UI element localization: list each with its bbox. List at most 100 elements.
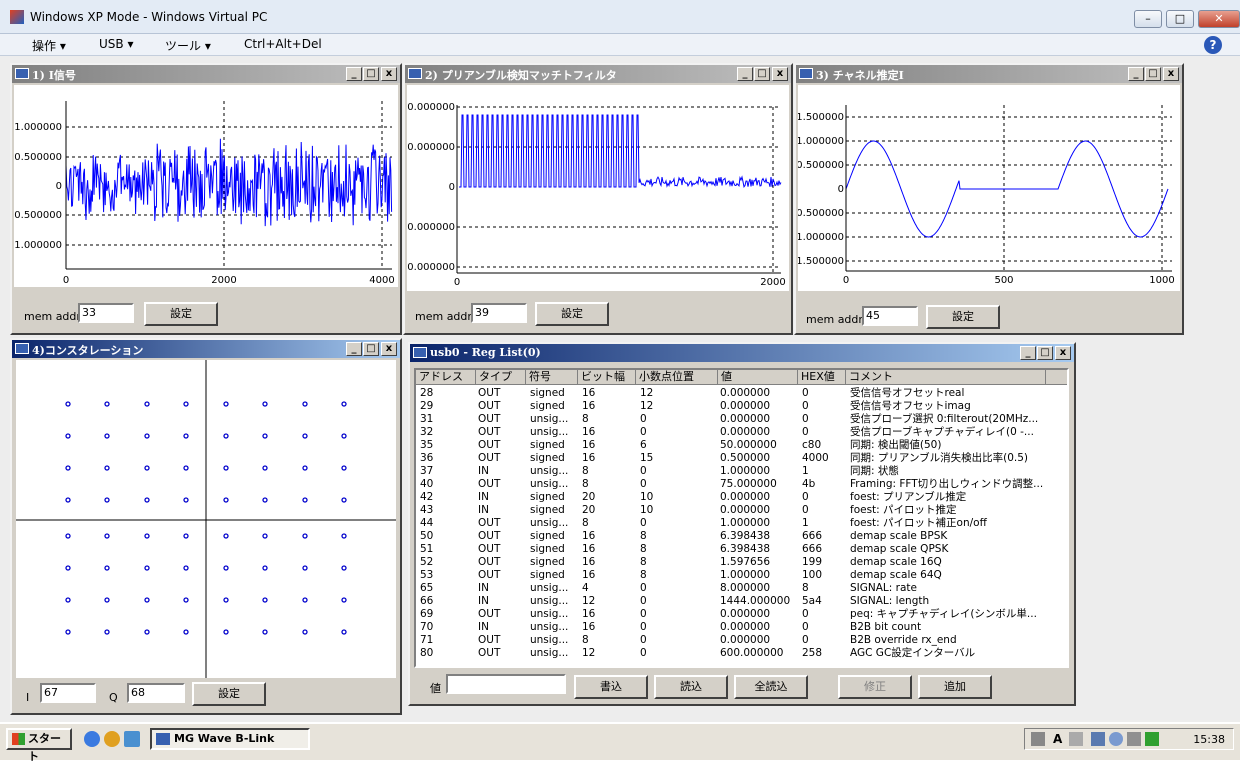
search-icon[interactable] [1109, 732, 1123, 746]
menu-tools[interactable]: ツール ▾ [165, 37, 211, 54]
i-input[interactable]: 67 [40, 683, 96, 703]
table-row[interactable]: 32 OUT unsig... 16 0 0.000000 0 受信プローブキャプチャディレイ… [416, 426, 1067, 439]
table-cell: 0 [640, 517, 647, 529]
table-row[interactable]: 53 OUT signed 16 8 1.000000 100 demap scale 64Q [416, 569, 1067, 582]
set-button[interactable]: 設定 [192, 682, 266, 706]
table-row[interactable]: 37 IN unsig... 8 0 1.000000 1 同期: 状態 [416, 465, 1067, 478]
close-icon[interactable]: x [1163, 67, 1179, 81]
keyboard-icon[interactable] [1031, 732, 1045, 746]
edit-button[interactable]: 修正 [838, 675, 912, 699]
table-cell: OUT [478, 634, 501, 646]
taskbar-item-mgwave[interactable]: MG Wave B-Link [150, 728, 310, 750]
write-button[interactable]: 書込 [574, 675, 648, 699]
media-player-icon[interactable] [104, 731, 120, 747]
column-header[interactable]: 値 [718, 370, 798, 385]
table-row[interactable]: 29 OUT signed 16 12 0.000000 0 受信信号オフセットimag [416, 400, 1067, 413]
table-cell: 0 [802, 426, 809, 438]
table-cell: demap scale 16Q [850, 556, 942, 568]
mem-addr-input[interactable]: 39 [471, 303, 527, 323]
minimize-icon[interactable]: _ [346, 67, 362, 81]
table-row[interactable]: 42 IN signed 20 10 0.000000 0 foest: プリアンブル推定 [416, 491, 1067, 504]
value-input[interactable] [446, 674, 566, 694]
column-header[interactable]: アドレス [416, 370, 476, 385]
security-icon[interactable] [1127, 732, 1141, 746]
window-preamble-filter: 2) プリアンブル検知マッチトフィルタ _ □ x 40.000000 20.0… [397, 63, 793, 335]
minimize-icon[interactable]: _ [1128, 67, 1144, 81]
table-row[interactable]: 52 OUT signed 16 8 1.597656 199 demap scale 16Q [416, 556, 1067, 569]
table-row[interactable]: 71 OUT unsig... 8 0 0.000000 0 B2B override rx_… [416, 634, 1067, 647]
table-row[interactable]: 69 OUT unsig... 16 0 0.000000 0 peq: キャプチャディレイ(… [416, 608, 1067, 621]
mem-addr-input[interactable]: 45 [862, 306, 918, 326]
minimize-icon[interactable]: _ [737, 67, 753, 81]
ime-mode-icon[interactable] [1069, 732, 1083, 746]
column-header[interactable]: コメント [846, 370, 1046, 385]
table-row[interactable]: 43 IN signed 20 10 0.000000 0 foest: パイロット推定 [416, 504, 1067, 517]
minimize-icon[interactable]: _ [346, 342, 362, 356]
maximize-icon[interactable]: □ [363, 67, 379, 81]
column-header[interactable]: 小数点位置 [636, 370, 718, 385]
close-icon[interactable]: x [381, 342, 397, 356]
table-row[interactable]: 36 OUT signed 16 15 0.500000 4000 同期: プリアンブル消失検… [416, 452, 1067, 465]
constellation-point [341, 497, 347, 503]
close-button[interactable]: ✕ [1198, 10, 1240, 28]
maximize-icon[interactable]: □ [363, 342, 379, 356]
table-cell: 40 [420, 478, 434, 490]
table-cell: 0 [802, 400, 809, 412]
q-input[interactable]: 68 [127, 683, 185, 703]
minimize-icon[interactable]: _ [1020, 346, 1036, 360]
column-header[interactable]: タイプ [476, 370, 526, 385]
read-all-button[interactable]: 全読込 [734, 675, 808, 699]
menu-usb[interactable]: USB ▾ [99, 37, 133, 51]
table-row[interactable]: 51 OUT signed 16 8 6.398438 666 demap scale QPS… [416, 543, 1067, 556]
ie-icon[interactable] [84, 731, 100, 747]
maximize-button[interactable]: □ [1166, 10, 1194, 28]
constellation-point [104, 629, 110, 635]
minimize-button[interactable]: – [1134, 10, 1162, 28]
menu-action[interactable]: 操作 ▾ [32, 37, 66, 54]
constellation-point [223, 629, 229, 635]
set-button[interactable]: 設定 [926, 305, 1000, 329]
column-header[interactable]: 符号 [526, 370, 578, 385]
update-icon[interactable] [1145, 732, 1159, 746]
table-row[interactable]: 31 OUT unsig... 8 0 0.000000 0 受信プローブ選択 0:filte… [416, 413, 1067, 426]
mem-addr-input[interactable]: 33 [78, 303, 134, 323]
constellation-point [223, 565, 229, 571]
start-button[interactable]: スタート [6, 728, 72, 763]
maximize-icon[interactable]: □ [754, 67, 770, 81]
table-row[interactable]: 40 OUT unsig... 8 0 75.000000 4b Framing: FFT切り… [416, 478, 1067, 491]
maximize-icon[interactable]: □ [1037, 346, 1053, 360]
close-icon[interactable]: x [1055, 346, 1071, 360]
table-row[interactable]: 66 IN unsig... 12 0 1444.000000 5a4 SIGNAL: len… [416, 595, 1067, 608]
y-tick: -20.000000 [407, 222, 455, 233]
read-button[interactable]: 読込 [654, 675, 728, 699]
add-button[interactable]: 追加 [918, 675, 992, 699]
desktop-icon[interactable] [124, 731, 140, 747]
table-row[interactable]: 28 OUT signed 16 12 0.000000 0 受信信号オフセットreal [416, 387, 1067, 400]
column-header[interactable]: ビット幅 [578, 370, 636, 385]
close-icon[interactable]: x [381, 67, 397, 81]
help-icon[interactable]: ? [1204, 36, 1222, 54]
table-cell: 0 [802, 621, 809, 633]
x-tick: 0 [843, 275, 849, 286]
column-header[interactable]: HEX値 [798, 370, 846, 385]
table-cell: signed [530, 452, 565, 464]
network-icon[interactable] [1091, 732, 1105, 746]
table-row[interactable]: 35 OUT signed 16 6 50.000000 c80 同期: 検出閾値(50) [416, 439, 1067, 452]
y-tick: 0.500000 [14, 152, 62, 163]
close-icon[interactable]: x [772, 67, 788, 81]
table-row[interactable]: 70 IN unsig... 16 0 0.000000 0 B2B bit count [416, 621, 1067, 634]
table-cell: 0 [640, 647, 647, 659]
table-row[interactable]: 80 OUT unsig... 12 0 600.000000 258 AGC GC設定インタ… [416, 647, 1067, 660]
menu-ctrl-alt-del[interactable]: Ctrl+Alt+Del [244, 37, 322, 51]
register-list[interactable]: アドレス タイプ 符号 ビット幅 小数点位置 値 HEX値 コメント 28 OUT… [414, 368, 1069, 668]
set-button[interactable]: 設定 [144, 302, 218, 326]
table-row[interactable]: 50 OUT signed 16 8 6.398438 666 demap scale BPS… [416, 530, 1067, 543]
table-row[interactable]: 65 IN unsig... 4 0 8.000000 8 SIGNAL: rate [416, 582, 1067, 595]
table-row[interactable]: 44 OUT unsig... 8 0 1.000000 1 foest: パイロット補正on… [416, 517, 1067, 530]
set-button[interactable]: 設定 [535, 302, 609, 326]
table-cell: 66 [420, 595, 434, 607]
table-cell: IN [478, 582, 489, 594]
ime-label[interactable]: A [1053, 732, 1062, 746]
table-cell: 8 [582, 465, 589, 477]
maximize-icon[interactable]: □ [1145, 67, 1161, 81]
